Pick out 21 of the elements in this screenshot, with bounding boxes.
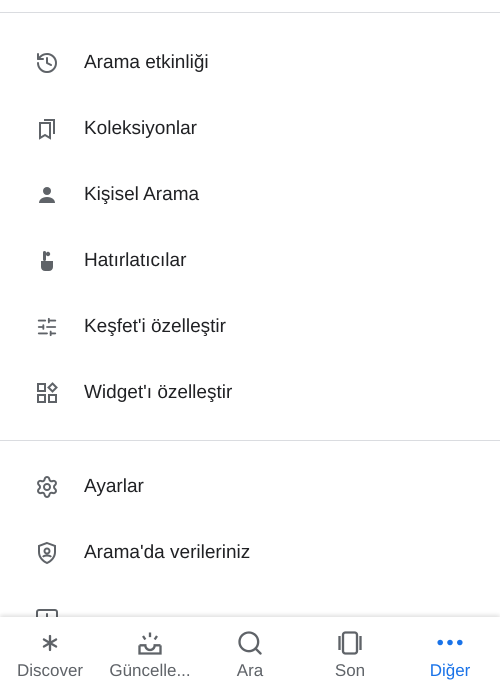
nav-tab[interactable]: Güncelle... [100, 617, 200, 695]
menu-item[interactable]: Arama'da verileriniz [84, 542, 250, 564]
history-icon [35, 51, 59, 75]
settings-icon [35, 475, 59, 499]
cards-icon [336, 629, 364, 657]
sliders-icon [36, 316, 58, 338]
nav-tab[interactable]: Discover [0, 617, 100, 695]
menu-item[interactable]: Widget'ı özelleştir [84, 382, 232, 404]
nav-tab[interactable]: Ara [200, 617, 300, 695]
menu-item[interactable]: Hatırlatıcılar [84, 250, 186, 272]
menu-item[interactable]: Keşfet'i özelleştir [84, 316, 226, 338]
more-icon [436, 639, 464, 646]
shield-person-icon [35, 541, 59, 565]
widgets-icon [35, 381, 59, 405]
menu-item[interactable]: Ayarlar [84, 476, 144, 498]
menu-item[interactable]: Koleksiyonlar [84, 118, 197, 140]
menu-item[interactable]: Arama etkinliği [84, 52, 209, 74]
nav-tab[interactable]: Diğer [400, 617, 500, 695]
menu-item[interactable]: Kişisel Arama [84, 184, 200, 206]
search-icon [236, 629, 264, 657]
nav-tab[interactable]: Son [300, 617, 400, 695]
